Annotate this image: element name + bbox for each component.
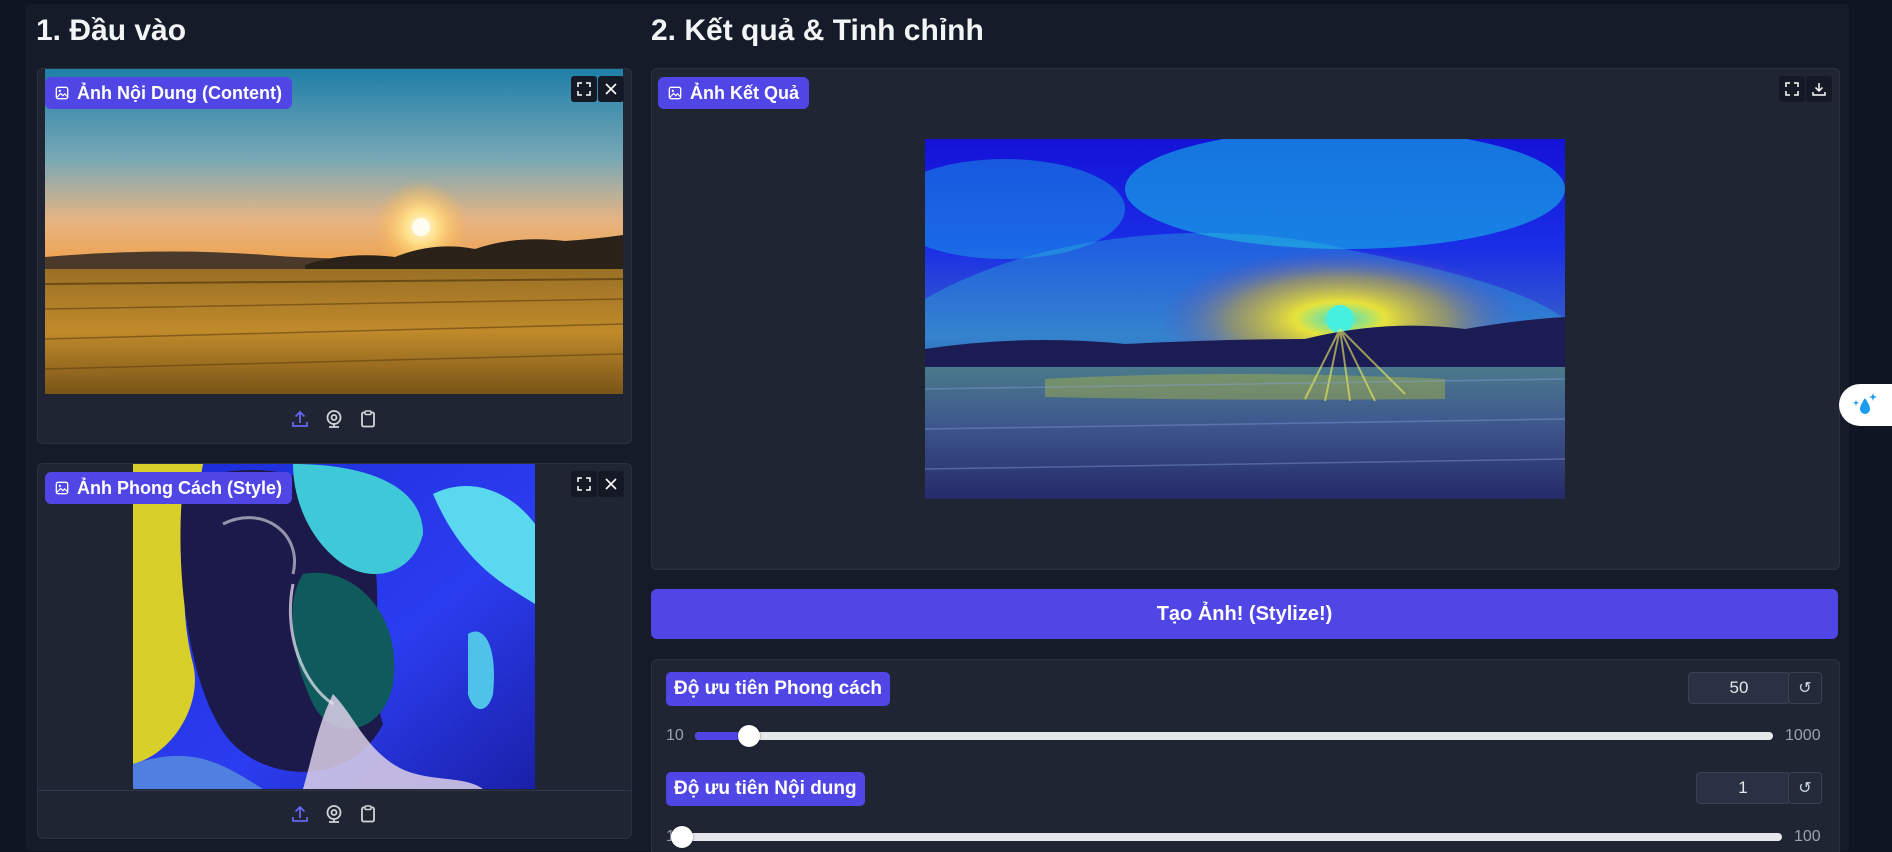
fullscreen-icon (1785, 82, 1799, 96)
content-image-label: Ảnh Nội Dung (Content) (45, 77, 292, 109)
result-image-label-text: Ảnh Kết Quả (690, 82, 800, 103)
upload-button[interactable] (288, 802, 312, 826)
style-image-label-text: Ảnh Phong Cách (Style) (77, 477, 283, 498)
paste-button[interactable] (356, 802, 380, 826)
generate-button[interactable]: Tạo Ảnh! (Stylize!) (651, 589, 1838, 639)
content-fullscreen-button[interactable] (571, 76, 597, 102)
style-weight-slider[interactable] (695, 725, 1773, 747)
style-clear-button[interactable] (598, 471, 624, 497)
style-weight-input[interactable]: 50 (1688, 672, 1790, 704)
style-source-toolbar (288, 802, 380, 826)
assistant-button[interactable] (1839, 384, 1892, 426)
upload-button[interactable] (288, 407, 312, 431)
webcam-icon (326, 805, 342, 823)
style-weight-thumb[interactable] (738, 725, 761, 747)
upload-icon (292, 410, 308, 427)
content-clear-button[interactable] (598, 76, 624, 102)
style-weight-max: 1000 (1785, 727, 1821, 744)
result-image-panel: Ảnh Kết Quả (651, 68, 1840, 570)
content-source-toolbar (288, 407, 380, 431)
style-image-label: Ảnh Phong Cách (Style) (45, 472, 293, 504)
style-image-panel: Ảnh Phong Cách (Style) (37, 463, 632, 839)
content-image-label-text: Ảnh Nội Dung (Content) (77, 82, 282, 103)
paste-button[interactable] (356, 407, 380, 431)
content-weight-reset-button[interactable]: ↺ (1788, 772, 1822, 804)
settings-panel: Độ ưu tiên Phong cách 50 ↺ 10 1000 Độ ưu… (651, 659, 1840, 852)
close-icon (605, 478, 617, 490)
content-weight-label: Độ ưu tiên Nội dung (666, 772, 865, 806)
input-section-title: 1. Đầu vào (36, 14, 187, 47)
image-icon (55, 481, 69, 495)
webcam-button[interactable] (322, 407, 346, 431)
content-image-panel: Ảnh Nội Dung (Content) (37, 68, 632, 444)
clipboard-icon (361, 805, 375, 823)
content-weight-slider[interactable] (671, 826, 1782, 848)
clipboard-icon (361, 410, 375, 428)
result-download-button[interactable] (1806, 76, 1832, 102)
fullscreen-icon (577, 82, 591, 96)
result-image (925, 139, 1565, 499)
webcam-icon (326, 410, 342, 428)
sparkle-icon (1852, 393, 1877, 414)
download-icon (1812, 83, 1826, 96)
close-icon (605, 83, 617, 95)
style-fullscreen-button[interactable] (571, 471, 597, 497)
result-section-title: 2. Kết quả & Tinh chỉnh (651, 14, 984, 47)
divider (38, 790, 631, 791)
image-icon (668, 86, 682, 100)
reset-icon: ↺ (1798, 780, 1812, 797)
style-weight-label: Độ ưu tiên Phong cách (666, 672, 890, 706)
image-icon (55, 86, 69, 100)
content-weight-input[interactable]: 1 (1696, 772, 1790, 804)
result-fullscreen-button[interactable] (1779, 76, 1805, 102)
content-image (45, 69, 623, 394)
result-image-label: Ảnh Kết Quả (658, 77, 810, 109)
fullscreen-icon (577, 477, 591, 491)
content-weight-thumb[interactable] (671, 826, 693, 848)
upload-icon (292, 805, 308, 822)
webcam-button[interactable] (322, 802, 346, 826)
style-weight-min: 10 (666, 727, 684, 744)
style-weight-reset-button[interactable]: ↺ (1788, 672, 1822, 704)
content-weight-max: 100 (1794, 828, 1821, 845)
style-image (133, 464, 535, 789)
reset-icon: ↺ (1798, 680, 1812, 697)
